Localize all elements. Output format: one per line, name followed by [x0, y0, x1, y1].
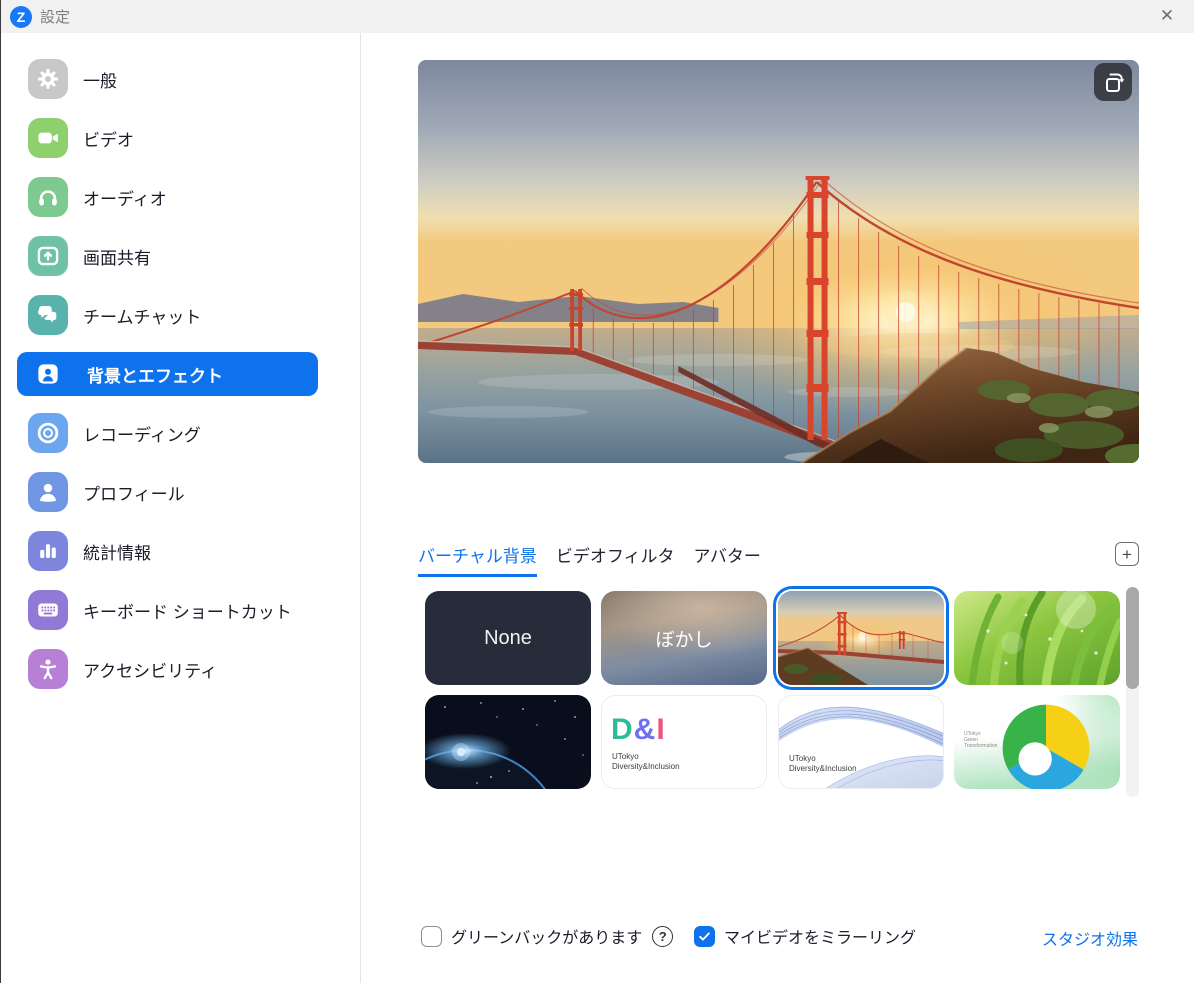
rotate-icon: [1100, 69, 1126, 95]
settings-sidebar: 一般 ビデオ オーディオ 画面共有: [1, 33, 361, 983]
sidebar-item-label: キーボード ショートカット: [83, 598, 292, 623]
sidebar-item-accessibility[interactable]: アクセシビリティ: [1, 647, 360, 691]
record-icon: [28, 413, 68, 453]
waves-line2: Diversity&Inclusion: [789, 764, 857, 774]
sidebar-item-team-chat[interactable]: チームチャット: [1, 293, 360, 337]
background-thumb-earth[interactable]: [425, 695, 591, 789]
screen-share-icon: [28, 236, 68, 276]
sidebar-item-label: アクセシビリティ: [83, 657, 217, 682]
sidebar-item-label: 一般: [83, 67, 117, 92]
plus-icon: +: [1122, 546, 1132, 563]
sidebar-item-general[interactable]: 一般: [1, 57, 360, 101]
green-screen-checkbox[interactable]: [421, 926, 442, 947]
close-icon[interactable]: ✕: [1151, 1, 1183, 31]
background-thumb-utokyo-waves[interactable]: UTokyo Diversity&Inclusion: [778, 695, 944, 789]
background-effects-panel: バーチャル背景 ビデオフィルタ アバター + None ぼかし: [362, 33, 1194, 983]
dandi-logo: D&I: [611, 713, 666, 747]
sidebar-item-label: 背景とエフェクト: [87, 362, 223, 387]
window-title: 設定: [40, 6, 70, 27]
background-thumb-blur[interactable]: ぼかし: [601, 591, 767, 685]
sidebar-item-audio[interactable]: オーディオ: [1, 175, 360, 219]
mirror-video-checkbox[interactable]: [694, 926, 715, 947]
profile-icon: [28, 472, 68, 512]
mirror-video-row: マイビデオをミラーリング: [694, 924, 916, 948]
green-screen-row: グリーンバックがあります ?: [421, 924, 673, 948]
video-preview: [418, 60, 1139, 463]
tab-virtual-background[interactable]: バーチャル背景: [418, 542, 537, 577]
gear-icon: [28, 59, 68, 99]
sidebar-item-label: レコーディング: [83, 421, 201, 446]
bar-chart-icon: [28, 531, 68, 571]
sidebar-item-recording[interactable]: レコーディング: [1, 411, 360, 455]
rotate-preview-button[interactable]: [1094, 63, 1132, 101]
background-thumb-grass[interactable]: [954, 591, 1120, 685]
sidebar-item-profile[interactable]: プロフィール: [1, 470, 360, 514]
sidebar-item-keyboard-shortcuts[interactable]: キーボード ショートカット: [1, 588, 360, 632]
sidebar-item-label: ビデオ: [83, 126, 134, 151]
thumbnail-scrollbar-track: [1126, 587, 1139, 797]
studio-effects-link[interactable]: スタジオ効果: [1042, 926, 1138, 950]
virtual-background-icon: [37, 363, 59, 385]
sidebar-item-label: プロフィール: [83, 480, 185, 505]
sidebar-item-label: チームチャット: [83, 303, 201, 328]
title-bar: Z 設定 ✕: [1, 0, 1194, 33]
background-thumb-utokyo-green[interactable]: UTokyo Green Transformation: [954, 695, 1120, 789]
sidebar-item-statistics[interactable]: 統計情報: [1, 529, 360, 573]
sidebar-item-label: 画面共有: [83, 244, 151, 269]
background-thumb-none[interactable]: None: [425, 591, 591, 685]
background-thumb-utokyo-dandi-logo[interactable]: D&I UTokyo Diversity&Inclusion: [601, 695, 767, 789]
sidebar-item-label: オーディオ: [83, 185, 167, 210]
sidebar-item-label: 統計情報: [83, 539, 151, 564]
video-camera-icon: [28, 118, 68, 158]
dandi-line1: UTokyo: [612, 752, 680, 762]
headphones-icon: [28, 177, 68, 217]
background-thumb-golden-gate-bridge[interactable]: [778, 591, 944, 685]
help-icon[interactable]: ?: [652, 926, 673, 947]
sidebar-item-video[interactable]: ビデオ: [1, 116, 360, 160]
blur-label: ぼかし: [655, 625, 712, 652]
chat-bubbles-icon: [28, 295, 68, 335]
add-background-button[interactable]: +: [1115, 542, 1139, 566]
keyboard-icon: [28, 590, 68, 630]
accessibility-icon: [28, 649, 68, 689]
thumbnail-scrollbar-thumb[interactable]: [1126, 587, 1139, 689]
waves-line1: UTokyo: [789, 754, 857, 764]
green-screen-label: グリーンバックがあります: [451, 924, 642, 948]
dandi-line2: Diversity&Inclusion: [612, 762, 680, 772]
green-line3: Transformation: [964, 743, 997, 749]
sidebar-item-screen-share[interactable]: 画面共有: [1, 234, 360, 278]
settings-window: Z 設定 ✕ 一般 ビデオ: [0, 0, 1194, 983]
checkmark-icon: [697, 929, 712, 944]
background-tabs: バーチャル背景 ビデオフィルタ アバター: [418, 542, 761, 577]
none-label: None: [484, 627, 532, 650]
tab-video-filters[interactable]: ビデオフィルタ: [556, 542, 675, 577]
zoom-logo-icon: Z: [10, 6, 32, 28]
sidebar-item-background-effects[interactable]: 背景とエフェクト: [17, 352, 318, 396]
mirror-video-label: マイビデオをミラーリング: [724, 924, 916, 948]
tab-avatars[interactable]: アバター: [694, 542, 761, 577]
